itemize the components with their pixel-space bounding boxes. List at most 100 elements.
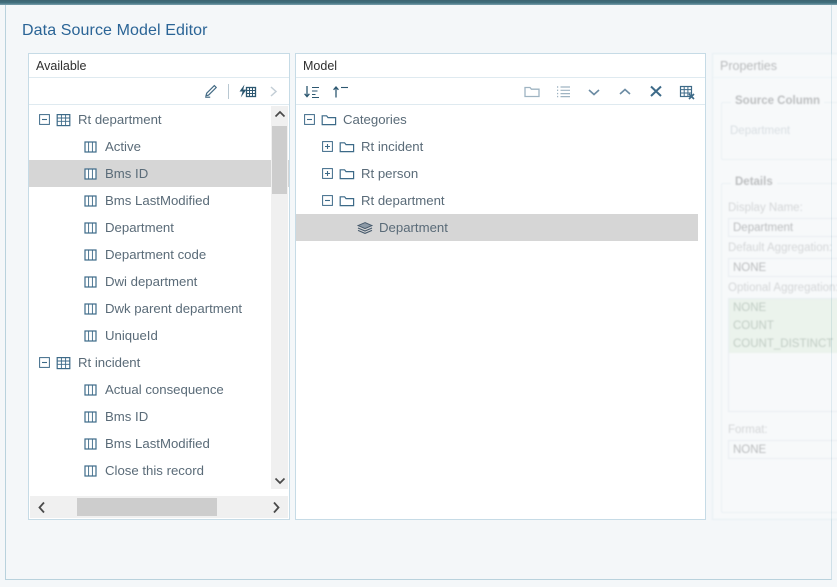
tree-item-label: Rt department	[78, 111, 162, 127]
tree-item[interactable]: Department code	[29, 241, 289, 268]
tree-item-label: Categories	[343, 111, 407, 127]
available-vertical-scrollbar[interactable]	[271, 106, 288, 489]
properties-panel-header: Properties	[713, 54, 837, 78]
tree-item[interactable]: Active	[29, 133, 289, 160]
tree-collapse-icon[interactable]	[39, 114, 50, 125]
format-field[interactable]: NONE	[728, 440, 837, 459]
tree-item-label: Department	[105, 219, 174, 235]
tree-item[interactable]: Department	[29, 214, 289, 241]
table-icon	[56, 112, 72, 127]
column-icon	[83, 274, 99, 289]
column-icon	[83, 139, 99, 154]
column-icon	[83, 463, 99, 478]
tree-item-label: Bms LastModified	[105, 435, 210, 451]
tree-item[interactable]: Rt incident	[29, 349, 289, 376]
tree-item[interactable]: Categories	[296, 106, 705, 133]
tree-item[interactable]: Bms ID	[29, 403, 289, 430]
available-tree[interactable]: Rt department Active Bms ID Bms LastModifie…	[29, 106, 289, 489]
close-icon[interactable]	[646, 82, 666, 102]
scroll-right-icon[interactable]	[264, 496, 288, 518]
chevron-right-icon[interactable]	[263, 82, 283, 102]
tree-item[interactable]: UniqueId	[29, 322, 289, 349]
tree-collapse-icon[interactable]	[39, 357, 50, 368]
page-title: Data Source Model Editor	[22, 22, 208, 39]
details-legend: Details	[731, 176, 777, 188]
scroll-down-icon[interactable]	[271, 472, 288, 489]
tree-item-label: Rt person	[361, 165, 419, 181]
folder-icon	[339, 166, 355, 181]
column-icon	[83, 247, 99, 262]
tree-item[interactable]: Bms LastModified	[29, 430, 289, 457]
model-tree[interactable]: Categories Rt incident Rt person Rt departm…	[296, 106, 705, 519]
tree-item[interactable]: Department	[296, 214, 698, 241]
generate-table-icon[interactable]	[237, 82, 257, 102]
scroll-thumb-vertical[interactable]	[272, 126, 287, 194]
column-icon	[83, 193, 99, 208]
table-icon	[56, 355, 72, 370]
tree-item[interactable]: Bms LastModified	[29, 187, 289, 214]
display-name-label: Display Name:	[728, 202, 803, 214]
source-column-legend: Source Column	[731, 95, 824, 107]
model-panel-header: Model	[296, 54, 705, 78]
toolbar-separator	[228, 84, 229, 99]
list-icon[interactable]	[553, 82, 573, 102]
tree-item-label: Dwk parent department	[105, 300, 243, 316]
scroll-thumb-horizontal[interactable]	[77, 498, 217, 516]
optional-aggregation-list[interactable]: NONE COUNT COUNT_DISTINCT	[728, 298, 837, 412]
tree-item[interactable]: Bms ID	[29, 160, 289, 187]
details-fieldset: Details Display Name: Department Default…	[721, 176, 837, 513]
aggregation-option[interactable]: COUNT	[729, 317, 837, 335]
scroll-left-icon[interactable]	[30, 496, 54, 518]
tree-collapse-icon[interactable]	[304, 114, 315, 125]
tree-collapse-icon[interactable]	[322, 195, 333, 206]
tree-item-label: Department code	[105, 246, 207, 262]
chevron-up-icon[interactable]	[615, 82, 635, 102]
chevron-down-icon[interactable]	[584, 82, 604, 102]
model-toolbar	[296, 78, 705, 105]
edit-pencil-icon[interactable]	[200, 82, 220, 102]
scroll-up-icon[interactable]	[271, 106, 288, 123]
tree-item-label: Rt department	[361, 192, 445, 208]
aggregation-option[interactable]: NONE	[729, 299, 837, 317]
default-aggregation-field[interactable]: NONE	[728, 258, 837, 277]
tree-item[interactable]: Actual consequence	[29, 376, 289, 403]
column-icon	[83, 328, 99, 343]
available-panel: Available Rt department Active Bms ID Bm…	[28, 53, 290, 520]
tree-item[interactable]: Rt person	[296, 160, 705, 187]
aggregation-option[interactable]: COUNT_DISTINCT	[729, 335, 837, 353]
available-panel-header: Available	[29, 54, 289, 78]
folder-icon	[321, 112, 337, 127]
tree-item-label: Active	[105, 138, 141, 154]
sort-descending-icon[interactable]	[302, 82, 322, 102]
tree-item-label: Rt incident	[78, 354, 141, 370]
tree-item-label: Department	[379, 219, 448, 235]
column-icon	[83, 301, 99, 316]
tree-item[interactable]: Rt department	[296, 187, 705, 214]
tree-item-label: Bms LastModified	[105, 192, 210, 208]
tree-item[interactable]: Rt incident	[296, 133, 705, 160]
column-icon	[83, 382, 99, 397]
window-frame: Data Source Model Editor Available Rt de…	[5, 5, 837, 580]
tree-expand-icon[interactable]	[322, 141, 333, 152]
tree-item[interactable]: Dwi department	[29, 268, 289, 295]
available-horizontal-scrollbar[interactable]	[30, 496, 288, 518]
tree-expand-icon[interactable]	[322, 168, 333, 179]
tree-item-label: Dwi department	[105, 273, 198, 289]
display-name-field[interactable]: Department	[728, 218, 837, 237]
default-aggregation-label: Default Aggregation:	[728, 242, 833, 254]
format-label: Format:	[728, 424, 768, 436]
new-folder-icon[interactable]	[522, 82, 542, 102]
source-column-fieldset: Source Column Department	[721, 95, 837, 160]
optional-aggregation-label: Optional Aggregation:	[728, 282, 837, 294]
tree-item-label: UniqueId	[105, 327, 158, 343]
tree-item-label: Close this record	[105, 462, 204, 478]
tree-item[interactable]: Rt department	[29, 106, 289, 133]
data-source-model-editor-window: Data Source Model Editor Available Rt de…	[0, 0, 837, 587]
properties-panel: Properties Source Column Department Deta…	[712, 53, 837, 520]
tree-item-label: Actual consequence	[105, 381, 224, 397]
tree-item[interactable]: Dwk parent department	[29, 295, 289, 322]
tree-item[interactable]: Close this record	[29, 457, 289, 484]
available-toolbar	[29, 78, 289, 105]
remove-table-icon[interactable]	[677, 82, 697, 102]
sort-ascending-icon[interactable]	[331, 82, 351, 102]
